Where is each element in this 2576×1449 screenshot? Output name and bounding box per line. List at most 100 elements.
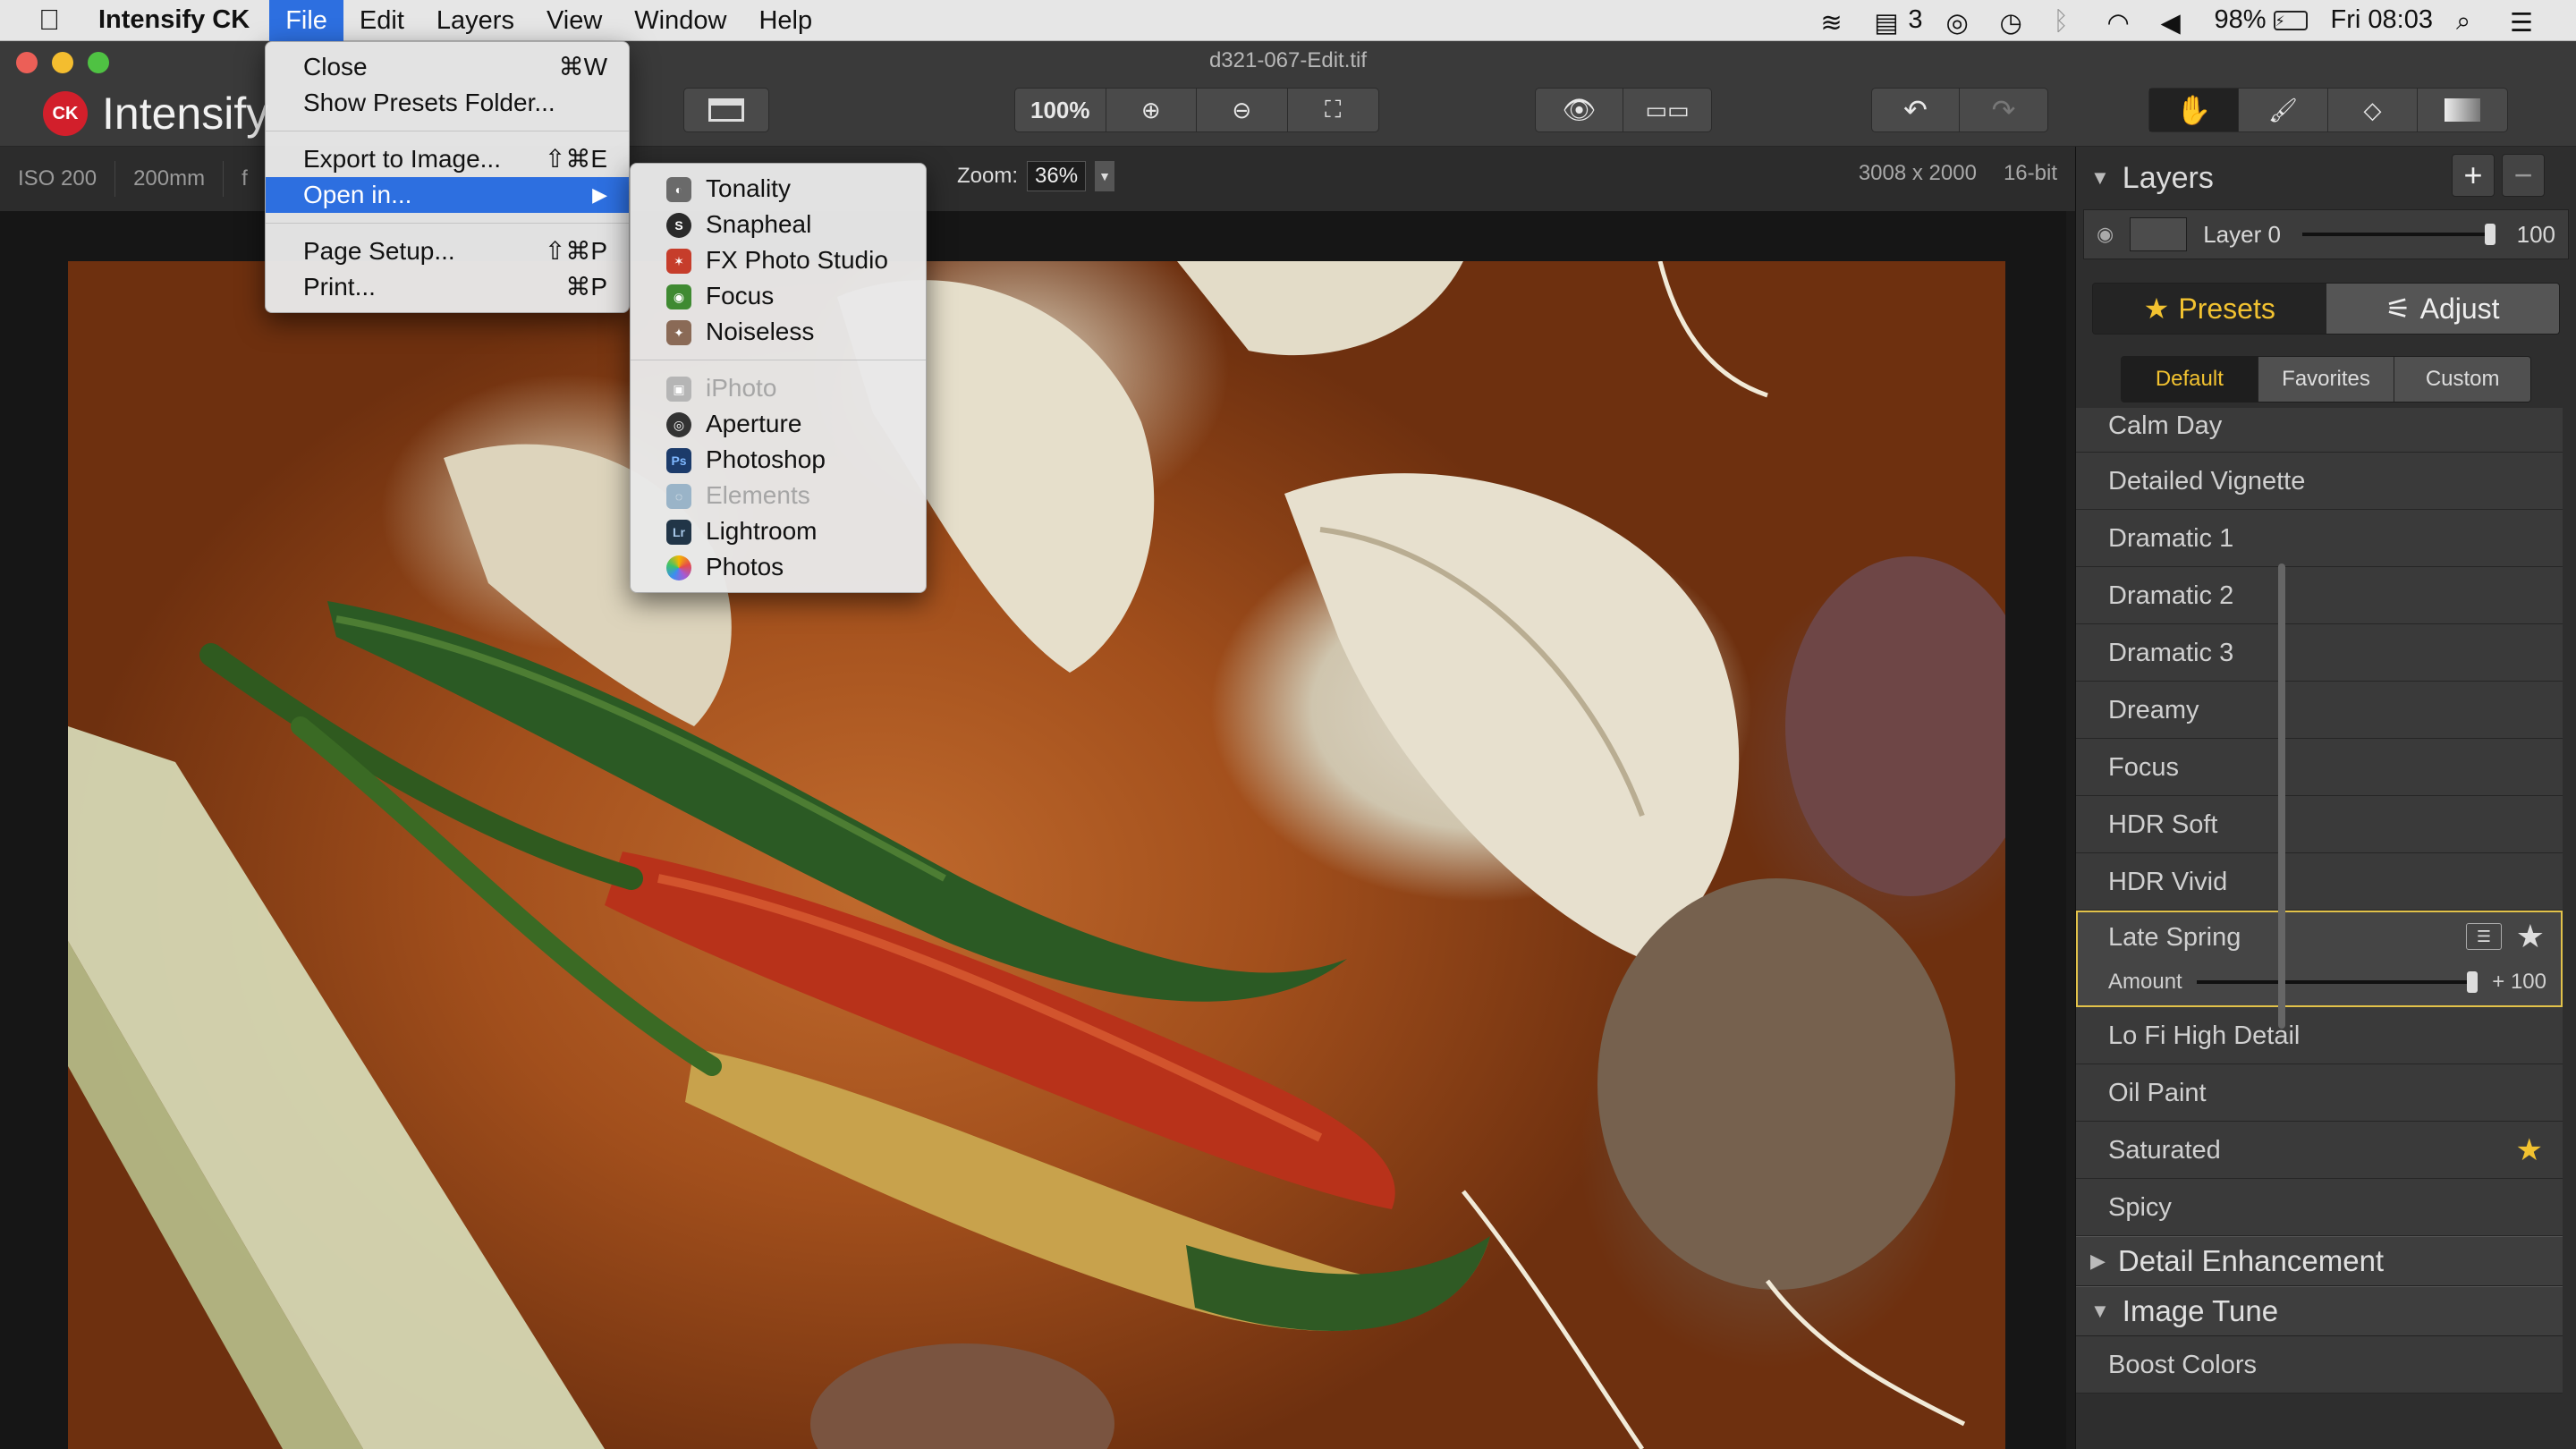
undo-button[interactable]: ↶ — [1872, 89, 1960, 131]
battery-status[interactable]: 98% ⚡ — [2215, 5, 2308, 35]
layer-visibility-icon[interactable]: ◉ — [2097, 223, 2114, 246]
brush-tool-button[interactable]: 🖌 — [2239, 89, 2328, 131]
subtab-custom[interactable]: Custom — [2394, 357, 2530, 402]
preset-item[interactable]: Detailed Vignette — [2076, 453, 2563, 510]
preset-item[interactable]: Spicy — [2076, 1179, 2563, 1236]
section-detail-enhancement[interactable]: ▶ Detail Enhancement — [2076, 1236, 2563, 1286]
zoom-dropdown-icon[interactable]: ▼ — [1095, 161, 1115, 191]
menu-view[interactable]: View — [530, 0, 618, 41]
menu-help[interactable]: Help — [742, 0, 828, 41]
preset-item[interactable]: Calm Day — [2076, 408, 2563, 453]
section-title: Image Tune — [2122, 1294, 2279, 1327]
app-menu[interactable]: Intensify CK — [98, 5, 250, 35]
open-in-lightroom[interactable]: Lr Lightroom — [631, 513, 926, 549]
layer-row[interactable]: ◉ Layer 0 100 — [2083, 209, 2569, 259]
preset-list-scrollbar[interactable] — [2278, 564, 2285, 1029]
star-icon: ★ — [2143, 292, 2170, 325]
sync-icon[interactable]: ≋ — [1820, 7, 1851, 38]
preview-button[interactable]: 👁 — [1536, 89, 1623, 131]
photo-preview[interactable] — [68, 261, 2005, 1449]
volume-icon[interactable]: ◀ — [2161, 7, 2191, 38]
zoom-100-button[interactable]: 100% — [1015, 89, 1106, 131]
menu-edit[interactable]: Edit — [343, 0, 420, 41]
tab-adjust[interactable]: ⚟ Adjust — [2326, 284, 2559, 334]
search-icon[interactable]: ⌕ — [2456, 7, 2487, 36]
fit-screen-button[interactable]: ⛶ — [1288, 89, 1379, 131]
preset-item[interactable]: HDR Soft — [2076, 796, 2563, 853]
open-in-focus[interactable]: ◉ Focus — [631, 278, 926, 314]
open-in-fx-photo-studio[interactable]: ✶ FX Photo Studio — [631, 242, 926, 278]
notification-count: 3 — [1908, 5, 1923, 34]
zoom-out-button[interactable]: ⊖ — [1197, 89, 1288, 131]
subtab-favorites[interactable]: Favorites — [2258, 357, 2395, 402]
open-in-photoshop[interactable]: Ps Photoshop — [631, 442, 926, 478]
notification-center-icon[interactable]: ☰ — [2510, 7, 2540, 38]
hand-tool-button[interactable]: ✋ — [2149, 89, 2239, 131]
preset-item-selected[interactable]: Late Spring ☰ ★ Amount + 100 — [2076, 911, 2563, 1007]
zoom-label: Zoom: — [957, 164, 1019, 188]
subtab-default[interactable]: Default — [2122, 357, 2258, 402]
image-dimensions: 3008 x 2000 — [1858, 161, 1977, 185]
menu-item-export[interactable]: Export to Image... ⇧⌘E — [266, 141, 629, 177]
history-group: ↶ ↷ — [1871, 88, 2048, 132]
menu-layers[interactable]: Layers — [420, 0, 530, 41]
slider-knob[interactable] — [2484, 224, 2496, 245]
open-in-snapheal[interactable]: S Snapheal — [631, 207, 926, 242]
split-view-button[interactable]: ▭▭ — [1623, 89, 1711, 131]
apple-menu-icon[interactable]:  — [0, 4, 98, 37]
time-machine-icon[interactable]: ◷ — [2000, 7, 2030, 38]
zoom-control: Zoom: 36% ▼ — [957, 161, 1115, 191]
single-view-button[interactable] — [684, 89, 768, 131]
preset-item[interactable]: HDR Vivid — [2076, 853, 2563, 911]
layer-opacity-slider[interactable] — [2301, 224, 2496, 245]
preset-item[interactable]: Lo Fi High Detail — [2076, 1007, 2563, 1064]
preset-item[interactable]: Boost Colors — [2076, 1336, 2563, 1394]
menu-window[interactable]: Window — [618, 0, 742, 41]
favorite-star-icon[interactable]: ★ — [2516, 1122, 2543, 1179]
open-in-tonality[interactable]: ◐ Tonality — [631, 171, 926, 207]
preset-item[interactable]: Dreamy — [2076, 682, 2563, 739]
open-in-noiseless[interactable]: ✦ Noiseless — [631, 314, 926, 350]
menu-item-page-setup[interactable]: Page Setup... ⇧⌘P — [266, 233, 629, 269]
remove-layer-button[interactable]: − — [2502, 154, 2545, 197]
favorite-star-icon[interactable]: ★ — [2516, 918, 2545, 955]
menu-item-show-presets-folder[interactable]: Show Presets Folder... — [266, 85, 629, 121]
cloud-icon[interactable]: ◎ — [1946, 7, 1977, 38]
amount-slider-knob[interactable] — [2467, 971, 2479, 993]
clock[interactable]: Fri 08:03 — [2331, 5, 2433, 35]
wifi-icon[interactable]: ◠ — [2107, 7, 2138, 38]
menu-item-open-in[interactable]: Open in... ▶ — [266, 177, 629, 213]
brush-icon: 🖌 — [2267, 96, 2298, 123]
preset-item[interactable]: Focus — [2076, 739, 2563, 796]
gradient-tool-button[interactable] — [2418, 89, 2507, 131]
amount-slider[interactable] — [2196, 971, 2479, 993]
redo-button[interactable]: ↷ — [1960, 89, 2047, 131]
section-image-tune[interactable]: ▼ Image Tune — [2076, 1286, 2563, 1336]
open-in-aperture[interactable]: ◎ Aperture — [631, 406, 926, 442]
notification-status[interactable]: ▤ 3 — [1874, 5, 1923, 38]
add-layer-button[interactable]: + — [2452, 154, 2495, 197]
menu-item-print[interactable]: Print... ⌘P — [266, 269, 629, 305]
preset-item[interactable]: Dramatic 1 — [2076, 510, 2563, 567]
tab-presets[interactable]: ★ Presets — [2093, 284, 2326, 334]
open-in-photos[interactable]: Photos — [631, 549, 926, 585]
menu-file[interactable]: File — [269, 0, 343, 41]
iso-info: ISO 200 — [0, 161, 116, 197]
eraser-tool-button[interactable]: ◇ — [2328, 89, 2418, 131]
zoom-group: 100% ⊕ ⊖ ⛶ — [1014, 88, 1379, 132]
zoom-in-button[interactable]: ⊕ — [1106, 89, 1197, 131]
image-canvas[interactable] — [0, 211, 2066, 1449]
preset-item-favorite[interactable]: Saturated ★ — [2076, 1122, 2563, 1179]
menu-item-close[interactable]: Close ⌘W — [266, 49, 629, 85]
bluetooth-icon[interactable]: ᛒ — [2054, 7, 2084, 36]
zoom-value[interactable]: 36% — [1027, 161, 1087, 191]
undo-icon: ↶ — [1903, 94, 1928, 126]
submenu-arrow-icon: ▶ — [592, 183, 607, 206]
preset-item[interactable]: Dramatic 2 — [2076, 567, 2563, 624]
photo-illustration — [68, 261, 2005, 1449]
preset-item[interactable]: Oil Paint — [2076, 1064, 2563, 1122]
bit-depth: 16-bit — [2003, 161, 2057, 185]
preset-item[interactable]: Dramatic 3 — [2076, 624, 2563, 682]
aperture-info: f — [224, 161, 267, 197]
preset-adjust-icon[interactable]: ☰ — [2466, 923, 2502, 950]
